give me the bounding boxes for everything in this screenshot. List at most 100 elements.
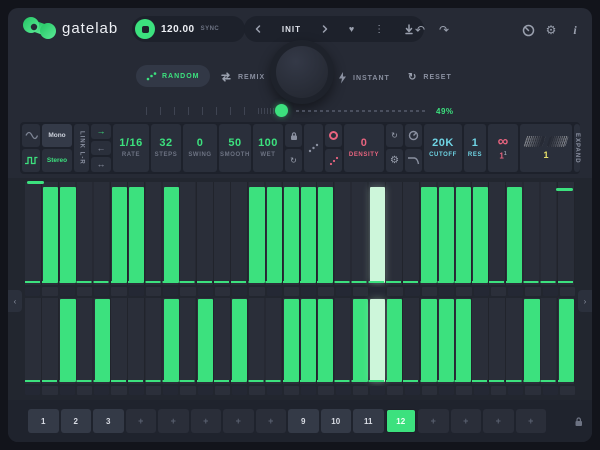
pattern-slot-13[interactable]: + — [418, 409, 449, 433]
wet-control[interactable]: 100 WET — [253, 124, 283, 172]
main-knob[interactable] — [270, 40, 334, 104]
gate-reset-icon[interactable]: ↻ — [285, 149, 302, 172]
gate-step-3[interactable] — [60, 187, 75, 283]
pattern-slot-12[interactable]: 12 — [386, 409, 417, 433]
smooth-control[interactable]: 50 SMOOTH — [219, 124, 251, 172]
gate-step-21[interactable] — [370, 187, 385, 283]
density-control[interactable]: 0 DENSITY — [344, 124, 384, 172]
lock-button[interactable] — [285, 124, 302, 147]
remix-button[interactable]: REMIX — [220, 72, 265, 82]
gate-step-27[interactable] — [473, 187, 488, 283]
pattern-slot-7[interactable]: + — [223, 409, 254, 433]
random-button[interactable]: RANDOM — [136, 65, 210, 87]
gate-step-26[interactable] — [456, 187, 471, 283]
preset-next-icon[interactable] — [321, 24, 329, 34]
gate-step-25[interactable] — [439, 187, 454, 283]
preset-menu-kebab-icon[interactable]: ⋮ — [374, 24, 384, 35]
gate-step-21[interactable] — [370, 299, 385, 382]
gate-step-15[interactable] — [267, 187, 282, 283]
gate-step-18[interactable] — [318, 299, 333, 382]
mono-button[interactable]: Mono — [42, 124, 72, 147]
gate-step-30[interactable] — [524, 299, 539, 382]
direction-reverse-icon[interactable]: ← — [91, 141, 111, 156]
pattern-slot-3[interactable]: 3 — [93, 409, 124, 433]
square-wave-button[interactable] — [22, 149, 40, 172]
favorite-heart-icon[interactable]: ♥ — [349, 24, 354, 34]
pattern-slot-11[interactable]: 11 — [353, 409, 384, 433]
gate-step-24[interactable] — [421, 299, 436, 382]
stop-button[interactable] — [135, 19, 155, 39]
density-target-button[interactable] — [325, 124, 342, 147]
swing-control[interactable]: 0 SWING — [183, 124, 217, 172]
sync-label[interactable]: SYNC — [201, 26, 220, 32]
stereo-button[interactable]: Stereo — [42, 149, 72, 172]
loop-end-marker[interactable] — [556, 188, 573, 191]
instant-button[interactable]: INSTANT — [338, 72, 390, 84]
sine-wave-button[interactable] — [22, 124, 40, 147]
pattern-slot-6[interactable]: + — [191, 409, 222, 433]
filter-reset-icon[interactable]: ↻ — [386, 124, 403, 147]
page-left-chevron-icon[interactable]: ‹ — [8, 290, 22, 312]
pattern-slot-1[interactable]: 1 — [28, 409, 59, 433]
gate-step-22[interactable] — [387, 299, 402, 382]
expand-button[interactable]: EXPAND — [574, 124, 580, 172]
gate-step-25[interactable] — [439, 299, 454, 382]
gate-step-11[interactable] — [198, 299, 213, 382]
pattern-slot-14[interactable]: + — [451, 409, 482, 433]
texture-control[interactable]: 1 — [520, 124, 572, 172]
direction-pingpong-icon[interactable]: ↔ — [91, 157, 111, 172]
infinity-loop-control[interactable]: ∞ 11 — [488, 124, 518, 172]
slider-handle[interactable] — [275, 104, 288, 117]
filter-knob-button[interactable] — [405, 124, 422, 147]
preset-name[interactable]: INIT — [282, 25, 301, 34]
gate-step-2[interactable] — [43, 187, 58, 283]
loop-start-marker[interactable] — [27, 181, 44, 184]
cutoff-control[interactable]: 20K CUTOFF — [424, 124, 462, 172]
gate-lane-bottom[interactable] — [25, 298, 575, 384]
gate-step-6[interactable] — [112, 187, 127, 283]
gate-step-14[interactable] — [249, 187, 264, 283]
pattern-slot-15[interactable]: + — [483, 409, 514, 433]
gate-step-24[interactable] — [421, 187, 436, 283]
filter-gear-icon[interactable]: ⚙ — [386, 149, 403, 172]
page-right-chevron-icon[interactable]: › — [578, 290, 592, 312]
gate-step-16[interactable] — [284, 299, 299, 382]
randomize-amount-slider[interactable] — [146, 103, 430, 119]
gate-step-9[interactable] — [164, 299, 179, 382]
reset-button[interactable]: ↻ RESET — [408, 72, 452, 83]
gate-step-13[interactable] — [232, 299, 247, 382]
gate-step-7[interactable] — [129, 187, 144, 283]
bpm-value[interactable]: 120.00 — [161, 24, 195, 35]
gate-step-16[interactable] — [284, 187, 299, 283]
link-lr-button[interactable]: LINK L-R — [74, 124, 89, 172]
pattern-slot-2[interactable]: 2 — [61, 409, 92, 433]
pattern-slot-16[interactable]: + — [516, 409, 547, 433]
pattern-slot-10[interactable]: 10 — [321, 409, 352, 433]
gate-step-26[interactable] — [456, 299, 471, 382]
gate-lane-top[interactable] — [25, 182, 575, 285]
gate-step-17[interactable] — [301, 299, 316, 382]
gate-step-32[interactable] — [559, 299, 574, 382]
density-scatter-button[interactable] — [325, 149, 342, 172]
tempo-dial-icon[interactable] — [520, 22, 536, 38]
gate-step-5[interactable] — [95, 299, 110, 382]
gate-step-18[interactable] — [318, 187, 333, 283]
gate-step-9[interactable] — [164, 187, 179, 283]
settings-gear-icon[interactable]: ⚙ — [543, 22, 559, 38]
undo-icon[interactable]: ↶ — [412, 22, 428, 38]
info-icon[interactable]: i — [567, 22, 583, 38]
pattern-slot-4[interactable]: + — [126, 409, 157, 433]
gate-step-3[interactable] — [60, 299, 75, 382]
gate-step-29[interactable] — [507, 187, 522, 283]
gate-step-17[interactable] — [301, 187, 316, 283]
steps-control[interactable]: 32 STEPS — [151, 124, 181, 172]
pattern-lock-icon[interactable] — [573, 414, 584, 432]
filter-curve-button[interactable] — [405, 149, 422, 172]
gate-randomize-button[interactable] — [304, 124, 323, 172]
pattern-slot-9[interactable]: 9 — [288, 409, 319, 433]
pattern-slot-5[interactable]: + — [158, 409, 189, 433]
res-control[interactable]: 1 RES — [464, 124, 486, 172]
redo-icon[interactable]: ↷ — [436, 22, 452, 38]
gate-step-20[interactable] — [353, 299, 368, 382]
rate-control[interactable]: 1/16 RATE — [113, 124, 149, 172]
